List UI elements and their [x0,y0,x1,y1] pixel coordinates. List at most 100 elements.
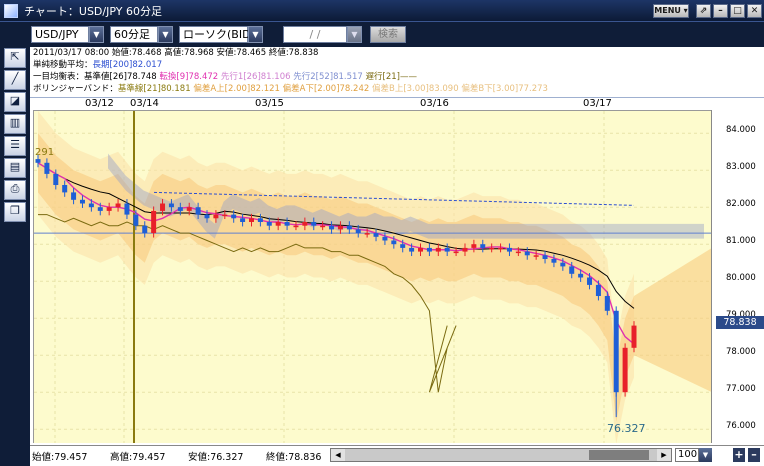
zoom-out-button[interactable]: – [748,448,760,462]
bollinger-band-2-ext [634,248,711,392]
y-tick-label: 84.000 [726,125,756,135]
x-tick-label: 03/12 [85,98,114,109]
chart-style-icon[interactable]: ◪ [4,92,26,112]
candle-body [524,251,530,256]
candle-body [115,203,121,208]
candle-body [71,192,77,200]
candle-body [631,325,637,348]
candle-body [595,284,601,296]
ichimoku-senko2: 先行2[52]81.517 [293,72,363,82]
minimize-button[interactable]: – [713,4,728,18]
chart-type-select[interactable]: ローソク(BID) [179,26,255,43]
candle-body [204,214,210,219]
cursor-icon[interactable]: ⇱ [4,48,26,68]
candle-body [213,214,219,219]
chart-svg [34,111,711,443]
candle-body [284,222,290,226]
list-icon[interactable]: ☰ [4,136,26,156]
candle-body [453,251,459,254]
candle-body [498,247,504,250]
price-chart[interactable]: 291 76.327 [33,110,711,443]
calendar-dropdown-icon[interactable]: ▼ [347,26,362,43]
candle-body [426,247,432,252]
candle-body [311,222,317,226]
candle-body [133,214,139,226]
y-axis: 84.000 83.000 82.000 81.000 80.000 79.00… [711,110,764,443]
pair-dropdown-icon[interactable]: ▼ [89,26,104,43]
app-icon [4,4,18,18]
table-icon[interactable]: ▤ [4,158,26,178]
close-button[interactable]: ✕ [747,4,762,18]
x-tick-label: 03/17 [583,98,612,109]
search-button[interactable]: 検索 [370,26,406,43]
candle-body [569,266,575,274]
chart-type-dropdown-icon[interactable]: ▼ [248,26,263,43]
candle-body [177,207,183,211]
candle-body [88,203,94,208]
candle-body [418,247,424,252]
candle-body [35,159,41,163]
candle-body [480,244,486,248]
line-draw-icon[interactable]: ╱ [4,70,26,90]
candle-body [435,247,441,252]
candle-body [79,199,85,204]
candle-body [355,229,361,234]
interval-select[interactable]: 60分足 [110,26,158,43]
ohlc-readout: 2011/03/17 08:00 始値:78.468 高値:78.968 安値:… [33,48,319,58]
y-tick-label: 78.000 [726,347,756,357]
zoom-dropdown-icon[interactable]: ▼ [699,448,712,462]
pair-select[interactable]: USD/JPY [31,26,89,43]
time-scrollbar[interactable]: ◀ ▶ [330,448,672,462]
interval-dropdown-icon[interactable]: ▼ [158,26,173,43]
candle-body [560,262,566,267]
candle-body [293,225,299,228]
menu-button[interactable]: MENU ▾ [653,4,689,18]
ichimoku-tenkan: 転換[9]78.472 [159,72,219,82]
bollinger-dn2: 偏差A下[2.00]78.242 [282,84,370,94]
candle-body [471,244,477,248]
candle-body [515,251,521,254]
pin-icon[interactable]: ⇗ [696,4,711,18]
candle-body [578,273,584,278]
candle-body [604,296,610,311]
scroll-right-icon[interactable]: ▶ [657,449,671,461]
chikou-edge-label: 291 [35,147,55,158]
ichimoku-senko1: 先行1[26]81.106 [220,72,291,82]
candle-body [462,247,468,252]
y-tick-label: 76.000 [726,421,756,431]
scroll-left-icon[interactable]: ◀ [331,449,345,461]
candle-body [124,203,130,215]
indicator-icon[interactable]: ▥ [4,114,26,134]
ichimoku-chikou: 遅行[21]—— [365,72,417,82]
footer-open: 始値:79.457 [32,452,88,463]
print-icon[interactable]: ⎙ [4,180,26,200]
candle-body [240,218,246,222]
candle-body [302,222,308,226]
candle-body [551,259,557,263]
maximize-button[interactable]: □ [730,4,745,18]
copy-icon[interactable]: ❐ [4,202,26,222]
candle-body [97,207,103,211]
candle-body [266,222,272,226]
window-title: チャート：USD/JPY 60分足 [24,5,162,18]
zoom-in-button[interactable]: + [733,448,745,462]
ichimoku-readout: 一目均衡表：基準値[26]78.748 転換[9]78.472 先行1[26]8… [33,71,417,84]
bollinger-base: 基準線[21]80.181 [117,84,191,94]
candle-body [329,225,335,230]
candle-body [373,233,379,237]
zoom-select[interactable]: 100 [675,448,699,462]
bollinger-up3: 偏差B上[3.00]83.090 [371,84,459,94]
sma-label: 単純移動平均： [33,60,93,70]
candle-body [62,185,68,193]
candle-body [186,207,192,211]
date-input[interactable]: / / [283,26,347,43]
candle-body [168,203,174,208]
candle-body [337,225,343,230]
ichimoku-kijun: 一目均衡表：基準値[26]78.748 [33,72,157,82]
candle-body [489,247,495,250]
candle-body [257,218,263,222]
footer-high: 高値:79.457 [110,452,166,463]
candle-body [409,247,415,252]
low-price-label: 76.327 [607,422,646,435]
scroll-thumb[interactable] [589,450,649,460]
